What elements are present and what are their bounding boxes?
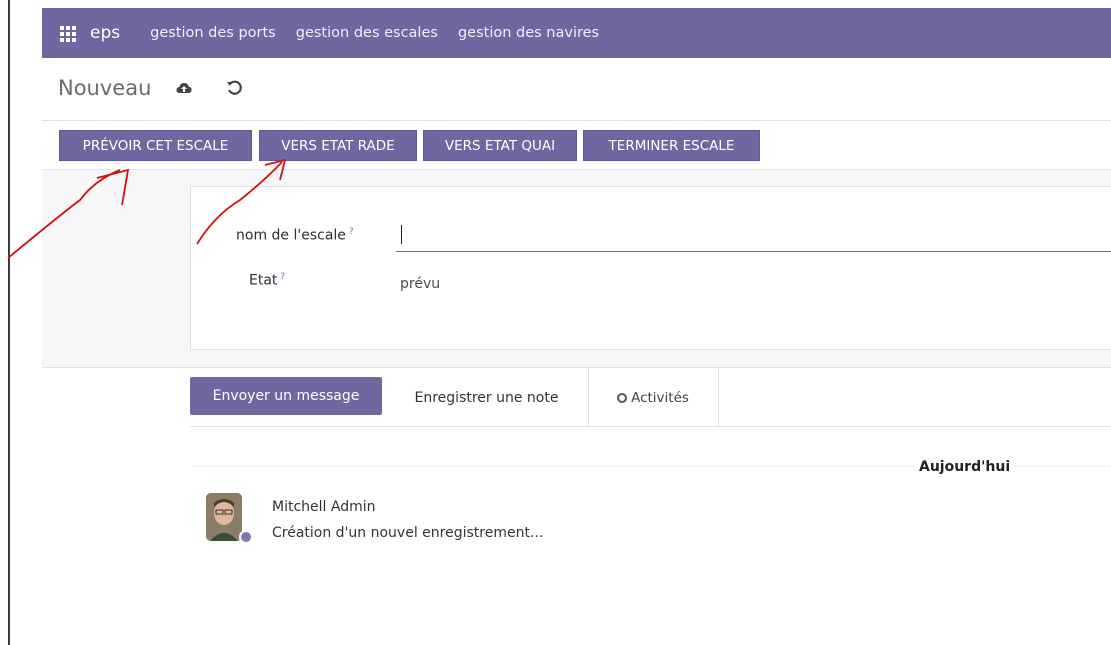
message-author[interactable]: Mitchell Admin bbox=[272, 499, 376, 515]
menu-navires[interactable]: gestion des navires bbox=[458, 25, 599, 41]
online-status-icon bbox=[239, 530, 253, 544]
prevoir-escale-button[interactable]: PRÉVOIR CET ESCALE bbox=[59, 130, 252, 161]
menu-ports[interactable]: gestion des ports bbox=[150, 25, 276, 41]
control-panel: Nouveau bbox=[42, 58, 1111, 121]
message-body: Création d'un nouvel enregistrement... bbox=[272, 525, 544, 541]
navbar: eps gestion des ports gestion des escale… bbox=[42, 8, 1111, 58]
page-title: Nouveau bbox=[58, 76, 152, 100]
apps-grid-icon[interactable] bbox=[60, 26, 76, 42]
text-cursor bbox=[401, 225, 402, 244]
help-icon[interactable]: ? bbox=[280, 272, 285, 282]
status-bar: PRÉVOIR CET ESCALE VERS ETAT RADE VERS E… bbox=[42, 121, 1111, 170]
vers-etat-rade-button[interactable]: VERS ETAT RADE bbox=[259, 130, 417, 161]
state-field-label: Etat? bbox=[249, 272, 285, 289]
terminer-escale-button[interactable]: TERMINER ESCALE bbox=[583, 130, 760, 161]
menu-escales[interactable]: gestion des escales bbox=[296, 25, 438, 41]
state-label-text: Etat bbox=[249, 272, 278, 289]
window-border bbox=[0, 0, 10, 645]
state-value: prévu bbox=[400, 276, 441, 292]
clock-icon bbox=[617, 393, 628, 403]
vers-etat-quai-button[interactable]: VERS ETAT QUAI bbox=[423, 130, 577, 161]
date-separator: Aujourd'hui bbox=[916, 459, 1014, 475]
send-message-button[interactable]: Envoyer un message bbox=[190, 377, 382, 415]
name-label-text: nom de l'escale bbox=[236, 227, 346, 244]
app-brand[interactable]: eps bbox=[90, 23, 120, 43]
form-sheet bbox=[190, 186, 1111, 350]
cloud-upload-icon[interactable] bbox=[176, 80, 192, 96]
activities-label: Activités bbox=[631, 390, 689, 406]
log-note-tab[interactable]: Enregistrer une note bbox=[385, 368, 589, 426]
chatter-topbar: Envoyer un message Enregistrer une note … bbox=[190, 368, 1111, 427]
help-icon[interactable]: ? bbox=[349, 227, 354, 237]
escale-name-input[interactable] bbox=[396, 218, 1111, 252]
undo-icon[interactable] bbox=[226, 80, 242, 96]
avatar[interactable] bbox=[206, 493, 242, 541]
activities-tab[interactable]: Activités bbox=[588, 368, 719, 426]
name-field-label: nom de l'escale? bbox=[236, 227, 354, 244]
